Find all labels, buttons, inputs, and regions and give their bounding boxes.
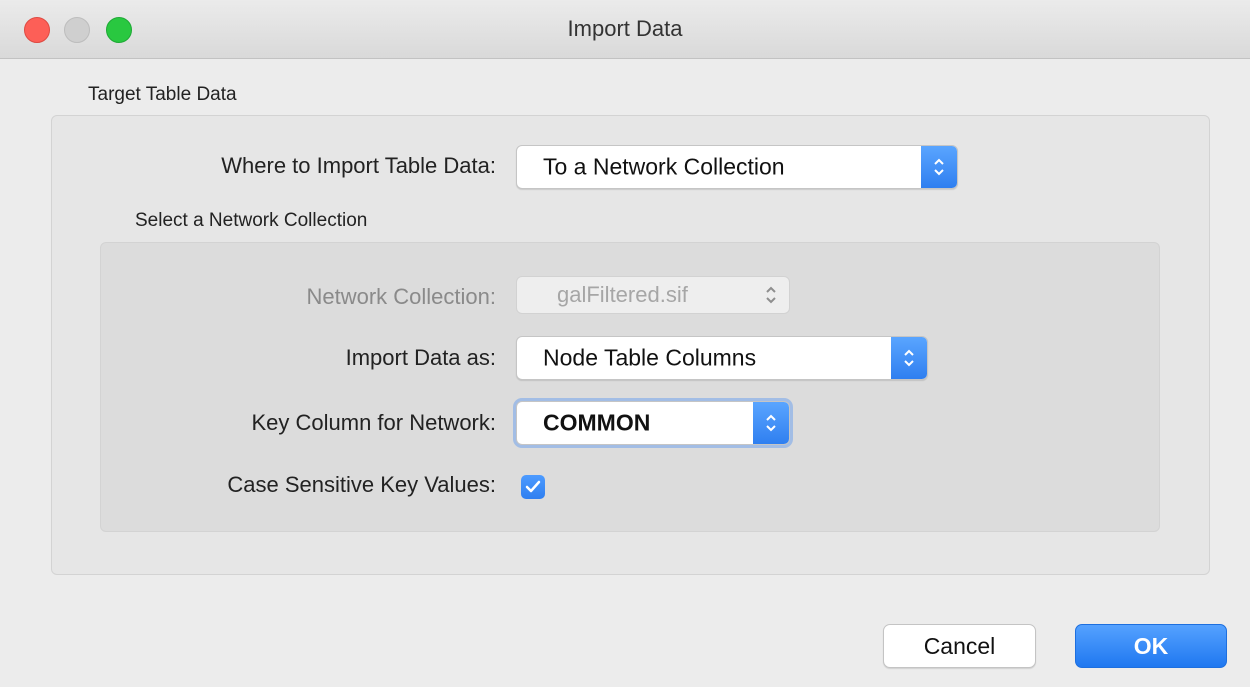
chevron-updown-icon [753, 277, 789, 313]
key-column-label: Key Column for Network: [251, 410, 496, 435]
cancel-button[interactable]: Cancel [883, 624, 1036, 668]
where-to-import-select[interactable]: To a Network Collection [516, 145, 958, 189]
chevron-updown-icon [753, 402, 789, 444]
case-sensitive-label: Case Sensitive Key Values: [227, 472, 496, 497]
where-to-import-value: To a Network Collection [543, 153, 785, 180]
import-data-as-value: Node Table Columns [543, 344, 757, 371]
checkmark-icon [525, 480, 541, 493]
window-title: Import Data [567, 16, 683, 41]
target-table-data-label: Target Table Data [88, 84, 237, 105]
chevron-updown-icon [891, 337, 927, 379]
network-collection-select: galFiltered.sif [516, 276, 790, 314]
select-network-collection-label: Select a Network Collection [135, 210, 368, 231]
where-to-import-label: Where to Import Table Data: [221, 153, 496, 178]
key-column-select[interactable]: COMMON [516, 401, 790, 445]
import-data-dialog: Import Data Target Table Data Where to I… [0, 0, 1250, 687]
chevron-updown-icon [921, 146, 957, 188]
import-data-as-select[interactable]: Node Table Columns [516, 336, 928, 380]
ok-button[interactable]: OK [1075, 624, 1227, 668]
import-data-as-label: Import Data as: [345, 345, 496, 370]
title-bar: Import Data [0, 0, 1250, 59]
network-collection-label: Network Collection: [306, 284, 496, 309]
network-collection-value: galFiltered.sif [557, 282, 688, 307]
case-sensitive-checkbox[interactable] [521, 475, 545, 499]
key-column-value: COMMON [543, 409, 651, 436]
